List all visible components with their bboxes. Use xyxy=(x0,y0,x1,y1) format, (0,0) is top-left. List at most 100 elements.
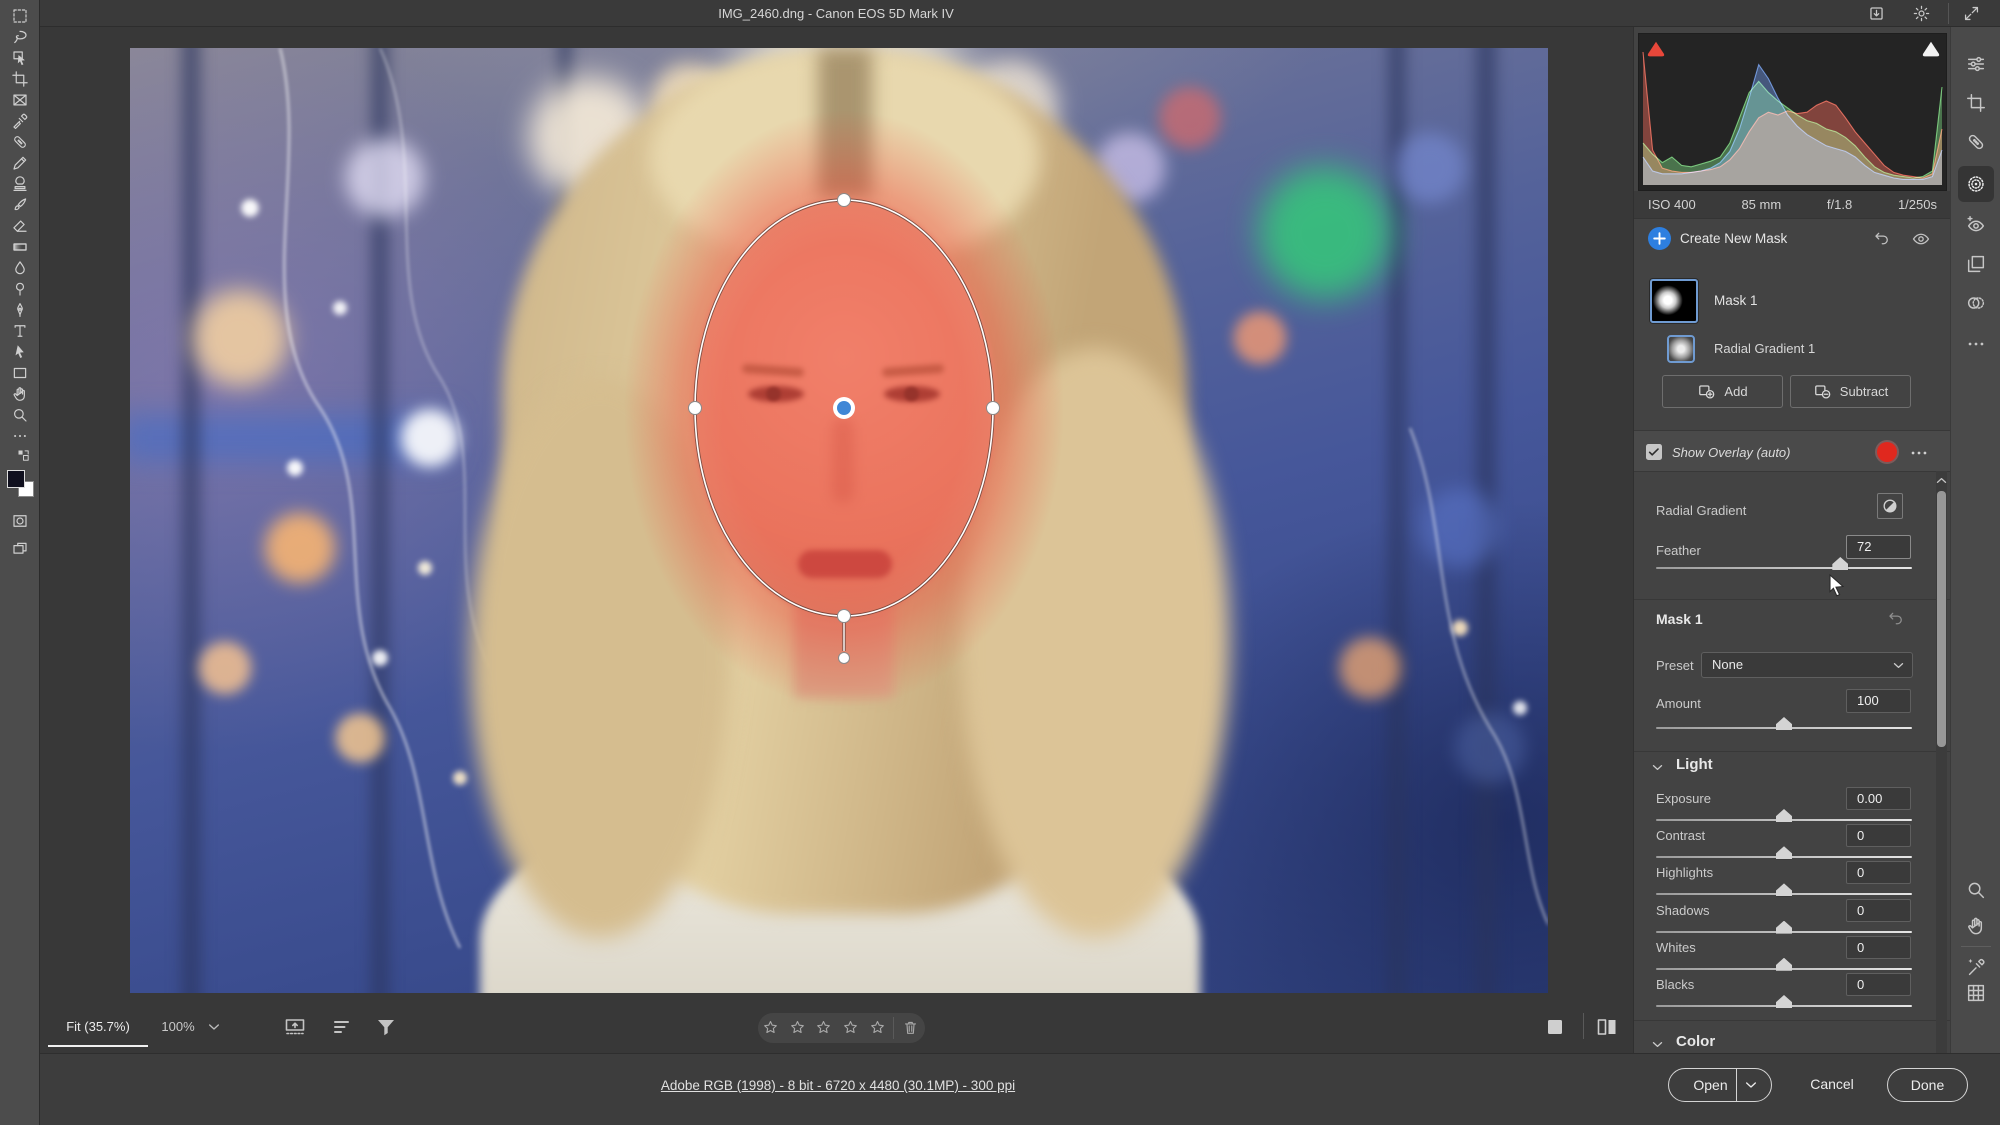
settings-gear-icon[interactable] xyxy=(1912,4,1931,23)
mask-reset-undo-icon[interactable] xyxy=(1886,609,1905,628)
tool-dodge[interactable] xyxy=(11,280,29,298)
ellipse-rotate-handle[interactable] xyxy=(839,653,850,664)
foreground-background-swatches[interactable] xyxy=(7,470,34,497)
tool-pencil[interactable] xyxy=(11,154,29,172)
tool-eyedropper[interactable] xyxy=(11,112,29,130)
mask-undo-icon[interactable] xyxy=(1872,229,1891,248)
overlay-options-icon[interactable] xyxy=(1908,442,1930,464)
slider-value[interactable]: 0 xyxy=(1846,899,1911,922)
tool-zoom[interactable] xyxy=(11,406,29,424)
document-info-link[interactable]: Adobe RGB (1998) - 8 bit - 6720 x 4480 (… xyxy=(661,1078,1015,1093)
radial-gradient-ellipse-overlay[interactable] xyxy=(130,48,1548,993)
shadow-clipping-icon[interactable] xyxy=(1645,39,1667,57)
tool-lasso[interactable] xyxy=(11,28,29,46)
slider-thumb[interactable] xyxy=(1776,995,1792,1008)
tool-clone-stamp[interactable] xyxy=(11,175,29,193)
slider-thumb[interactable] xyxy=(1776,921,1792,934)
slider-value[interactable]: 0 xyxy=(1846,936,1911,959)
tool-hand-tool[interactable] xyxy=(1965,915,1987,937)
cancel-button[interactable]: Cancel xyxy=(1802,1076,1862,1092)
slider-value[interactable]: 0 xyxy=(1846,973,1911,996)
done-button[interactable]: Done xyxy=(1887,1068,1968,1102)
tool-more[interactable] xyxy=(11,427,29,445)
tool-brush[interactable] xyxy=(11,196,29,214)
highlight-clipping-icon[interactable] xyxy=(1920,39,1942,57)
zoom-fit-tab[interactable]: Fit (35.7%) xyxy=(48,1011,148,1047)
tool-healing[interactable] xyxy=(11,133,29,151)
ellipse-handle-left[interactable] xyxy=(689,402,702,415)
tool-blur[interactable] xyxy=(11,259,29,277)
slider-thumb[interactable] xyxy=(1776,846,1792,859)
preview-thumbnails-icon[interactable] xyxy=(283,1015,307,1039)
tool-masking[interactable] xyxy=(1965,173,1987,195)
star-icon-1[interactable] xyxy=(762,1019,779,1036)
scroll-up-chevron-icon[interactable] xyxy=(1934,473,1949,488)
tool-crop[interactable] xyxy=(11,70,29,88)
radial-gradient-component-icon[interactable] xyxy=(1667,335,1695,363)
star-icon-5[interactable] xyxy=(869,1019,886,1036)
tool-presets[interactable] xyxy=(1965,253,1987,275)
mask-component-label[interactable]: Radial Gradient 1 xyxy=(1714,341,1815,356)
before-after-icon[interactable] xyxy=(1595,1015,1619,1039)
tool-grid-overlay[interactable] xyxy=(1965,982,1987,1004)
add-button[interactable]: Add xyxy=(1662,375,1783,408)
screen-mode-icon[interactable] xyxy=(11,540,29,558)
light-section-header[interactable]: Light xyxy=(1676,756,1713,773)
star-icon-4[interactable] xyxy=(842,1019,859,1036)
ellipse-handle-right[interactable] xyxy=(987,402,1000,415)
slider-thumb[interactable] xyxy=(1776,809,1792,822)
color-collapse-chevron-icon[interactable] xyxy=(1650,1037,1665,1052)
create-new-mask-label[interactable]: Create New Mask xyxy=(1680,231,1787,246)
tool-profiles[interactable] xyxy=(1965,292,1987,314)
ellipse-handle-top[interactable] xyxy=(838,194,851,207)
panel-scrollbar-thumb[interactable] xyxy=(1937,491,1946,747)
open-button[interactable]: Open xyxy=(1668,1068,1772,1102)
tool-marquee[interactable] xyxy=(11,7,29,25)
tool-healing-brush[interactable] xyxy=(1965,131,1987,153)
invert-mask-icon[interactable] xyxy=(1877,493,1903,519)
color-section-header[interactable]: Color xyxy=(1676,1033,1715,1050)
zoom-100-tab[interactable]: 100% xyxy=(152,1011,204,1043)
zoom-chevron-down-icon[interactable] xyxy=(206,1019,222,1035)
amount-slider-thumb[interactable] xyxy=(1776,717,1792,730)
slider-value[interactable]: 0 xyxy=(1846,861,1911,884)
tool-slice[interactable] xyxy=(11,91,29,109)
slider-value[interactable]: 0.00 xyxy=(1846,787,1911,810)
feather-slider-track[interactable] xyxy=(1656,567,1912,569)
subtract-button[interactable]: Subtract xyxy=(1790,375,1911,408)
star-icon-3[interactable] xyxy=(815,1019,832,1036)
tool-move[interactable] xyxy=(11,49,29,67)
trash-icon[interactable] xyxy=(902,1019,919,1036)
tool-red-eye[interactable] xyxy=(1965,214,1987,236)
open-options-chevron-icon[interactable] xyxy=(1737,1077,1765,1093)
tool-hand[interactable] xyxy=(11,385,29,403)
slider-thumb[interactable] xyxy=(1776,883,1792,896)
show-overlay-label[interactable]: Show Overlay (auto) xyxy=(1672,445,1791,460)
filter-funnel-icon[interactable] xyxy=(374,1015,398,1039)
tool-shape[interactable] xyxy=(11,364,29,382)
tool-white-balance-sampler[interactable] xyxy=(1965,956,1987,978)
photo-preview[interactable] xyxy=(130,48,1548,993)
sort-order-icon[interactable] xyxy=(331,1015,355,1039)
overlay-color-swatch[interactable] xyxy=(1877,442,1897,462)
tool-type[interactable] xyxy=(11,322,29,340)
tool-edit-sliders[interactable] xyxy=(1965,53,1987,75)
create-mask-plus-icon[interactable] xyxy=(1648,227,1671,250)
quick-mask-icon[interactable] xyxy=(11,512,29,530)
tool-zoom-tool[interactable] xyxy=(1965,879,1987,901)
amount-value[interactable]: 100 xyxy=(1846,689,1911,713)
slider-value[interactable]: 0 xyxy=(1846,824,1911,847)
mask-visibility-eye-icon[interactable] xyxy=(1911,229,1931,249)
tool-more-tools[interactable] xyxy=(1965,333,1987,355)
star-icon-2[interactable] xyxy=(789,1019,806,1036)
tool-path-select[interactable] xyxy=(11,343,29,361)
tool-pen[interactable] xyxy=(11,301,29,319)
preset-dropdown[interactable]: None xyxy=(1701,652,1913,678)
swap-colors-icon[interactable] xyxy=(16,448,31,463)
fullscreen-icon[interactable] xyxy=(1962,4,1981,23)
tool-eraser[interactable] xyxy=(11,217,29,235)
feather-value[interactable]: 72 xyxy=(1846,535,1911,559)
tool-gradient[interactable] xyxy=(11,238,29,256)
single-view-icon[interactable] xyxy=(1543,1015,1567,1039)
mask-name-label[interactable]: Mask 1 xyxy=(1714,293,1758,308)
